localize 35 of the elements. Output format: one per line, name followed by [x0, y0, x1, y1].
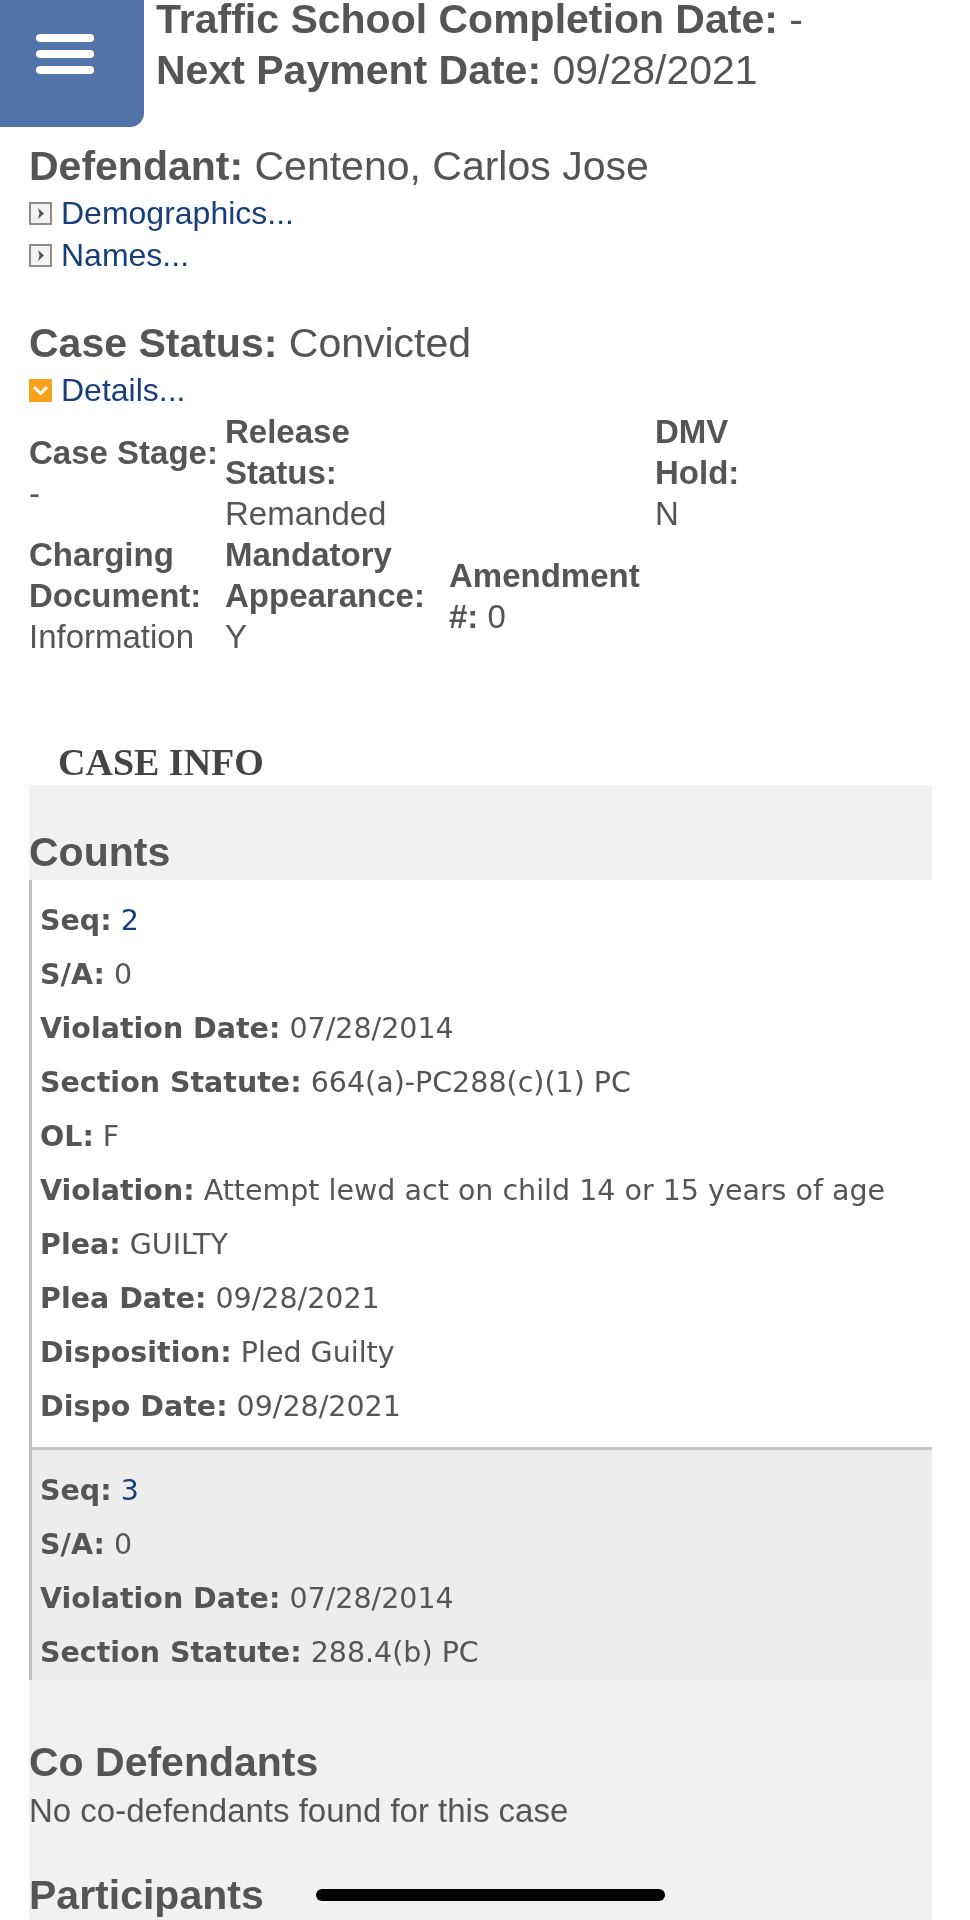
field-label: Seq:	[40, 904, 112, 937]
participants-heading: Participants	[29, 1872, 264, 1918]
case-status-field: Case Status: Convicted	[29, 317, 472, 369]
section-title: CASE INFO	[58, 740, 264, 785]
count-field: Section Statute: 288.4(b) PC	[40, 1626, 479, 1680]
count-field: S/A: 0	[40, 1518, 133, 1572]
count-field: Plea: GUILTY	[40, 1218, 228, 1272]
empty-message: No co-defendants found for this case	[29, 1791, 569, 1831]
detail-field: DMV Hold: N	[655, 411, 765, 534]
toggle-link[interactable]: Names...	[29, 234, 190, 276]
count-field: S/A: 0	[40, 948, 133, 1002]
toggle-link[interactable]: Details...	[29, 369, 186, 411]
count-field: Dispo Date: 09/28/2021	[40, 1380, 401, 1434]
detail-field: Charging Document: Information	[29, 534, 225, 657]
co-defendants-heading: Co Defendants	[29, 1738, 319, 1787]
count-field: Plea Date: 09/28/2021	[40, 1272, 380, 1326]
detail-field: Case Stage: -	[29, 431, 225, 514]
count-field: Violation Date: 07/28/2014	[40, 1002, 454, 1056]
detail-field: Amendment #: 0	[449, 554, 655, 637]
detail-field: Mandatory Appearance: Y	[225, 534, 449, 657]
toggle-link[interactable]: Demographics...	[29, 192, 294, 234]
seq-link[interactable]: 3	[120, 1474, 139, 1507]
menu-icon	[36, 34, 94, 74]
count-field: Violation: Attempt lewd act on child 14 or 15 years of age	[40, 1164, 886, 1218]
detail-field: Release Status: Remanded	[225, 411, 449, 534]
menu-button[interactable]	[0, 0, 144, 127]
defendant-field: Defendant: Centeno, Carlos Jose	[29, 140, 649, 192]
field-label: Seq:	[40, 1474, 112, 1507]
count-field: Section Statute: 664(a)-PC288(c)(1) PC	[40, 1056, 631, 1110]
count-field: Disposition: Pled Guilty	[40, 1326, 395, 1380]
seq-link[interactable]: 2	[120, 904, 139, 937]
summary-field: Next Payment Date: 09/28/2021	[156, 44, 758, 96]
count-field: Violation Date: 07/28/2014	[40, 1572, 454, 1626]
count-field: OL: F	[40, 1110, 120, 1164]
counts-heading: Counts	[29, 828, 171, 877]
